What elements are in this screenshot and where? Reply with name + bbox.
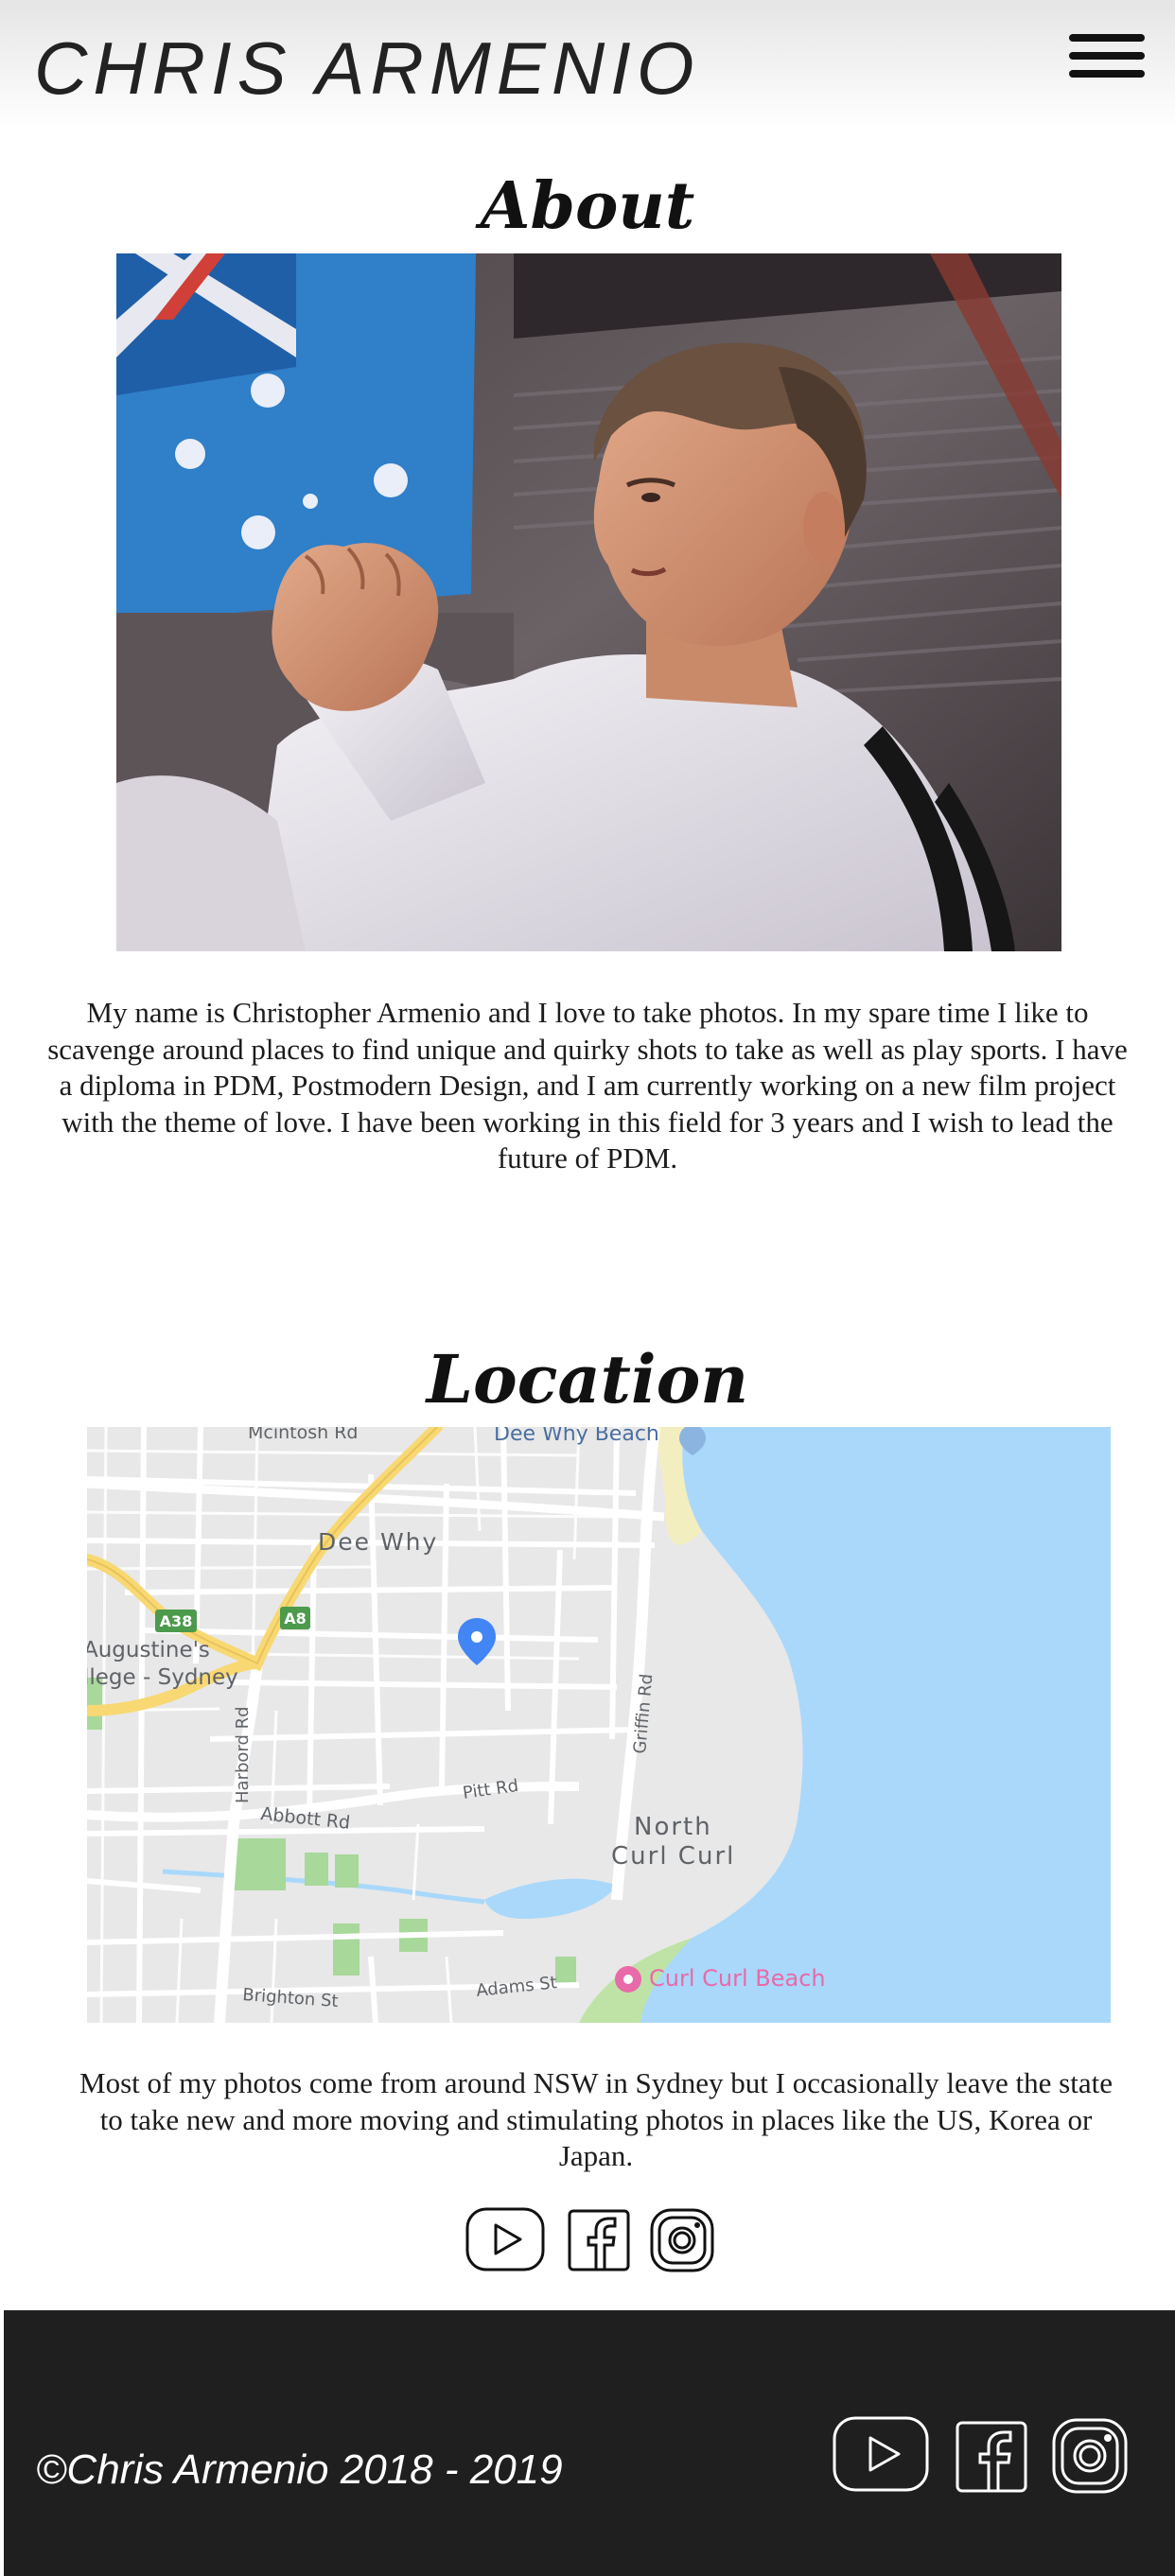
map-label-north-curl-curl-1: North — [634, 1813, 712, 1841]
youtube-icon[interactable] — [465, 2207, 545, 2276]
footer-copyright: ©Chris Armenio 2018 - 2019 — [36, 2446, 563, 2493]
map-label-a38: A38 — [160, 1612, 193, 1630]
footer-youtube-icon[interactable] — [833, 2416, 929, 2497]
location-text: Most of my photos come from around NSW i… — [79, 2066, 1113, 2172]
footer-facebook-icon[interactable] — [956, 2421, 1027, 2498]
location-heading: Location — [426, 1340, 749, 1419]
map-label-augustine-1: Augustine's — [87, 1638, 210, 1662]
map-label-dee-why: Dee Why — [318, 1528, 438, 1556]
site-name-logo[interactable]: CHRIS ARMENIO — [34, 23, 700, 113]
map-label-north-curl-curl-2: Curl Curl — [611, 1842, 735, 1871]
map-label-a8: A8 — [284, 1610, 307, 1627]
map-label-dee-why-beach: Dee Why Beach — [494, 1427, 659, 1446]
location-map[interactable]: A38 A8 Mcintosh Rd Dee Why Beach Dee Why… — [87, 1427, 1111, 2023]
site-header: CHRIS ARMENIO — [0, 0, 1175, 129]
facebook-icon[interactable] — [568, 2209, 630, 2276]
about-text: My name is Christopher Armenio and I lov… — [47, 996, 1128, 1175]
map-label-harbord-rd: Harbord Rd — [233, 1706, 253, 1803]
about-heading: About — [480, 168, 695, 244]
map-label-mcintosh: Mcintosh Rd — [248, 1427, 358, 1443]
instagram-icon[interactable] — [650, 2208, 714, 2277]
about-photo — [116, 253, 1061, 951]
map-label-curl-curl-beach: Curl Curl Beach — [649, 1965, 826, 1992]
footer-instagram-icon[interactable] — [1052, 2418, 1128, 2498]
hamburger-menu-icon[interactable] — [1069, 34, 1145, 81]
map-label-augustine-2: llege - Sydney — [87, 1665, 238, 1690]
